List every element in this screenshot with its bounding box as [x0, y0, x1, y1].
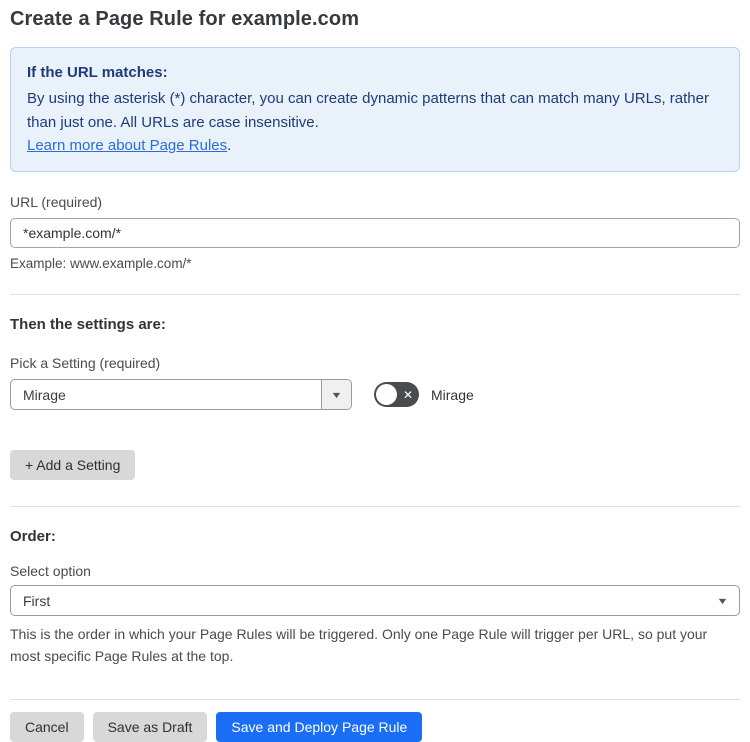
info-box-heading: If the URL matches: — [27, 64, 168, 81]
setting-row: Mirage ▼ ✕ Mirage — [10, 379, 740, 411]
link-suffix: . — [227, 136, 232, 154]
toggle-label: Mirage — [431, 386, 474, 403]
setting-select-value: Mirage — [23, 386, 66, 403]
order-select[interactable]: First ▼ — [10, 585, 740, 617]
chevron-down-icon: ▼ — [330, 389, 343, 400]
add-setting-button[interactable]: + Add a Setting — [10, 450, 136, 481]
settings-section-heading: Then the settings are: — [10, 316, 166, 334]
order-helper-text: This is the order in which your Page Rul… — [10, 626, 708, 664]
cancel-button[interactable]: Cancel — [10, 711, 84, 742]
url-helper-text: Example: www.example.com/* — [10, 256, 192, 271]
toggle-knob — [376, 384, 397, 406]
learn-more-link[interactable]: Learn more about Page Rules — [27, 137, 227, 154]
setting-select-arrow-button[interactable]: ▼ — [321, 380, 351, 410]
url-match-info-box: If the URL matches: By using the asteris… — [10, 47, 740, 172]
mirage-toggle[interactable]: ✕ — [374, 382, 419, 408]
section-divider — [10, 294, 740, 296]
order-select-label: Select option — [10, 563, 91, 580]
page-title: Create a Page Rule for example.com — [10, 8, 360, 30]
setting-select[interactable]: Mirage ▼ — [10, 379, 352, 411]
setting-picker-label: Pick a Setting (required) — [10, 355, 161, 372]
info-box-link-line: Learn more about Page Rules. — [27, 134, 723, 157]
url-input[interactable] — [10, 218, 740, 248]
save-and-deploy-button[interactable]: Save and Deploy Page Rule — [216, 711, 423, 742]
url-field-label: URL (required) — [10, 194, 103, 210]
save-as-draft-button[interactable]: Save as Draft — [92, 711, 208, 742]
footer-actions: Cancel Save as Draft Save and Deploy Pag… — [10, 711, 740, 742]
footer-divider — [10, 698, 740, 700]
order-select-value: First — [23, 592, 51, 609]
section-divider — [10, 506, 740, 508]
chevron-down-icon: ▼ — [716, 595, 729, 606]
toggle-off-x-icon: ✕ — [402, 387, 413, 402]
order-section-heading: Order: — [10, 528, 56, 546]
info-box-body: By using the asterisk (*) character, you… — [27, 90, 709, 131]
